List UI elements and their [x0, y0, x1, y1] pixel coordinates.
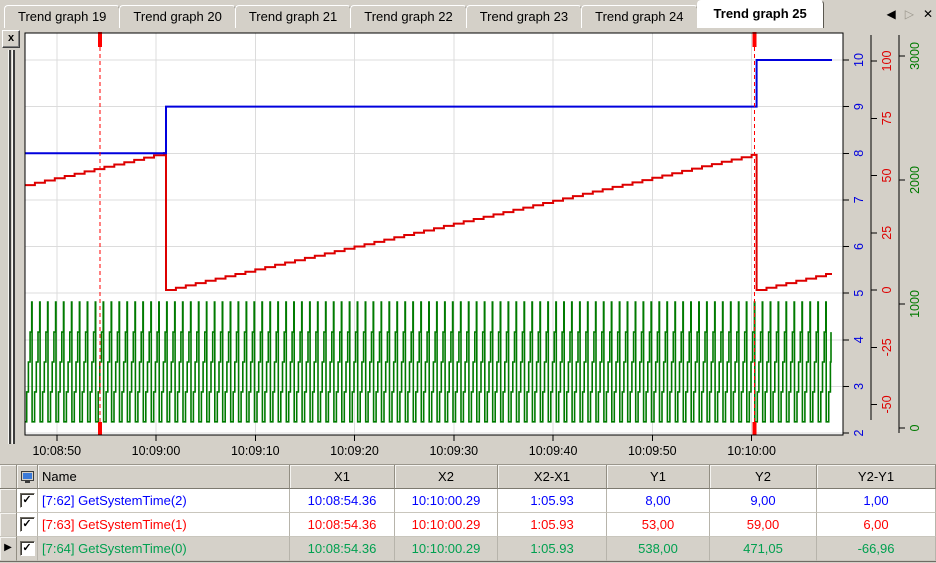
- column-header-x2[interactable]: X2: [395, 465, 498, 489]
- chart-panel: 10:08:50 10:09:00 10:09:10 10:09:20 10:09:30…: [0, 28, 936, 464]
- x2-value: 10:10:00.29: [395, 489, 498, 513]
- x2-x1-value: 1:05.93: [498, 537, 607, 561]
- row-gutter-header: [0, 465, 17, 489]
- x2-x1-value: 1:05.93: [498, 489, 607, 513]
- y-axis-red: -50 -25 0 25 50 75 100: [870, 35, 894, 420]
- x1-value: 10:08:54.36: [290, 537, 395, 561]
- svg-text:10:09:30: 10:09:30: [429, 444, 478, 458]
- tab-trend-graph-23[interactable]: Trend graph 23: [465, 5, 583, 28]
- trend-manager-window: Trend graph 19 Trend graph 20 Trend graph …: [0, 0, 936, 563]
- svg-text:10: 10: [852, 53, 866, 67]
- svg-text:75: 75: [880, 111, 894, 125]
- y2-y1-value: -66,96: [817, 537, 936, 561]
- y-axis-blue: 2 3 4 5 6 7 8 9 10: [843, 53, 866, 436]
- series-name: [7:64] GetSystemTime(0): [38, 537, 290, 561]
- svg-text:0: 0: [908, 424, 922, 431]
- series-visible-checkbox[interactable]: ✓: [19, 541, 35, 556]
- series-visible-checkbox[interactable]: ✓: [19, 517, 35, 532]
- tab-scroll-controls: ◀ ▷ ✕: [886, 7, 933, 21]
- measurement-table: Name X1 X2 X2-X1 Y1 Y2 Y2-Y1 ✓ [7:62] GetSystem…: [0, 464, 936, 562]
- tab-scroll-left-icon[interactable]: ◀: [886, 7, 895, 21]
- svg-text:-50: -50: [880, 395, 894, 413]
- svg-text:3: 3: [852, 383, 866, 390]
- tab-scroll-right-icon[interactable]: ▷: [905, 7, 914, 21]
- svg-text:-25: -25: [880, 338, 894, 356]
- y2-value: 59,00: [710, 513, 817, 537]
- svg-text:25: 25: [880, 226, 894, 240]
- y2-value: 471,05: [710, 537, 817, 561]
- visibility-column-header: [17, 465, 38, 489]
- visibility-cell: ✓: [17, 513, 38, 537]
- column-header-y1[interactable]: Y1: [607, 465, 710, 489]
- svg-text:10:09:00: 10:09:00: [132, 444, 181, 458]
- table-header-row: Name X1 X2 X2-X1 Y1 Y2 Y2-Y1: [0, 465, 936, 489]
- column-header-y2[interactable]: Y2: [710, 465, 817, 489]
- trend-chart[interactable]: 10:08:50 10:09:00 10:09:10 10:09:20 10:09:30…: [0, 28, 936, 464]
- x2-x1-value: 1:05.93: [498, 513, 607, 537]
- column-header-x2-x1[interactable]: X2-X1: [498, 465, 607, 489]
- svg-text:4: 4: [852, 336, 866, 343]
- table-row[interactable]: ✓ [7:63] GetSystemTime(1) 10:08:54.36 10:10…: [0, 513, 936, 537]
- x-axis: 10:08:50 10:09:00 10:09:10 10:09:20 10:09:30…: [32, 435, 776, 458]
- column-header-name[interactable]: Name: [38, 465, 290, 489]
- table-bottom-border: [0, 561, 936, 562]
- series-visible-checkbox[interactable]: ✓: [19, 493, 35, 508]
- y-axis-green: 0 1000 2000 3000: [898, 35, 922, 433]
- svg-text:10:09:50: 10:09:50: [628, 444, 677, 458]
- x1-value: 10:08:54.36: [290, 489, 395, 513]
- table-row[interactable]: ✓ [7:62] GetSystemTime(2) 10:08:54.36 10:10…: [0, 489, 936, 513]
- y2-y1-value: 1,00: [817, 489, 936, 513]
- tab-trend-graph-20[interactable]: Trend graph 20: [119, 5, 236, 28]
- vertical-splitter-handle[interactable]: [7, 50, 16, 444]
- tab-trend-graph-21[interactable]: Trend graph 21: [234, 5, 352, 28]
- svg-text:2: 2: [852, 429, 866, 436]
- y1-value: 53,00: [607, 513, 710, 537]
- svg-text:50: 50: [880, 169, 894, 183]
- visibility-cell: ✓: [17, 537, 38, 561]
- tab-trend-graph-25[interactable]: Trend graph 25: [696, 0, 824, 28]
- svg-text:3000: 3000: [908, 42, 922, 70]
- column-header-y2-y1[interactable]: Y2-Y1: [817, 465, 936, 489]
- tab-trend-graph-22[interactable]: Trend graph 22: [350, 5, 467, 28]
- svg-text:5: 5: [852, 290, 866, 297]
- svg-text:10:09:10: 10:09:10: [231, 444, 280, 458]
- series-name: [7:63] GetSystemTime(1): [38, 513, 290, 537]
- row-selector-cell[interactable]: [0, 489, 17, 513]
- tab-trend-graph-24[interactable]: Trend graph 24: [581, 5, 698, 28]
- svg-text:0: 0: [880, 286, 894, 293]
- tab-trend-graph-19[interactable]: Trend graph 19: [4, 5, 121, 28]
- svg-text:10:08:50: 10:08:50: [32, 444, 81, 458]
- svg-text:10:10:00: 10:10:00: [727, 444, 776, 458]
- y1-value: 8,00: [607, 489, 710, 513]
- svg-text:100: 100: [880, 51, 894, 72]
- svg-text:1000: 1000: [908, 290, 922, 318]
- x2-value: 10:10:00.29: [395, 537, 498, 561]
- y2-y1-value: 6,00: [817, 513, 936, 537]
- series-name: [7:62] GetSystemTime(2): [38, 489, 290, 513]
- svg-text:7: 7: [852, 196, 866, 203]
- variables-monitor-icon: [17, 465, 37, 488]
- tabs-close-icon[interactable]: ✕: [923, 7, 933, 21]
- x1-value: 10:08:54.36: [290, 513, 395, 537]
- svg-text:10:09:20: 10:09:20: [330, 444, 379, 458]
- column-header-x1[interactable]: X1: [290, 465, 395, 489]
- row-selector-cell[interactable]: [0, 513, 17, 537]
- tab-bar: Trend graph 19 Trend graph 20 Trend graph …: [0, 0, 936, 28]
- svg-text:6: 6: [852, 243, 866, 250]
- visibility-cell: ✓: [17, 489, 38, 513]
- svg-text:10:09:40: 10:09:40: [529, 444, 578, 458]
- table-row[interactable]: ▶ ✓ [7:64] GetSystemTime(0) 10:08:54.36 10:1…: [0, 537, 936, 561]
- row-selector-cell[interactable]: ▶: [0, 537, 17, 561]
- chart-close-button[interactable]: x: [2, 30, 20, 48]
- svg-text:2000: 2000: [908, 166, 922, 194]
- y2-value: 9,00: [710, 489, 817, 513]
- y1-value: 538,00: [607, 537, 710, 561]
- x2-value: 10:10:00.29: [395, 513, 498, 537]
- svg-text:9: 9: [852, 103, 866, 110]
- svg-text:8: 8: [852, 150, 866, 157]
